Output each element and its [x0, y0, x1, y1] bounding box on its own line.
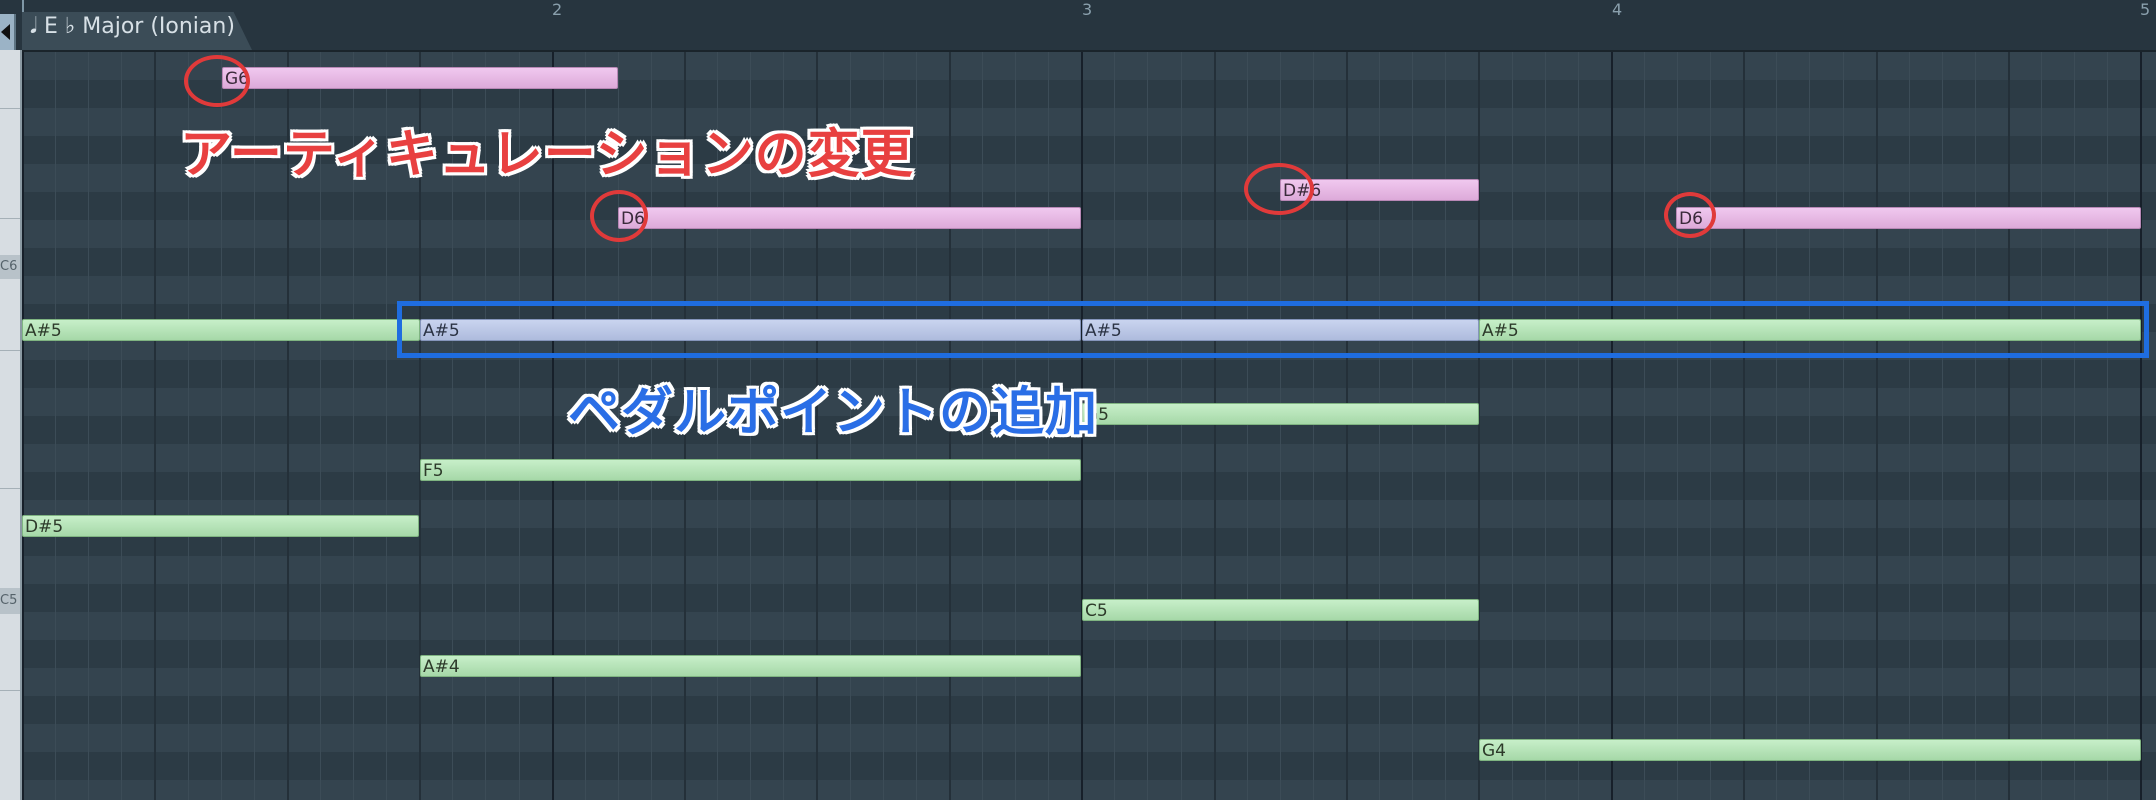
piano-keyboard[interactable]: C6 C5 [0, 50, 22, 800]
note-as4[interactable]: A#4 [420, 655, 1081, 677]
grid-row [22, 248, 2156, 276]
note-d6[interactable]: D6 [618, 207, 1081, 229]
step-line [1578, 52, 1579, 800]
grid-row [22, 276, 2156, 304]
bar-line [2140, 52, 2142, 800]
beat-line [1346, 52, 1348, 800]
highlight-circle [590, 190, 648, 242]
pedal-point-annotation: ペダルポイントの追加 [568, 383, 1099, 443]
step-line [1512, 52, 1513, 800]
bar-number: 3 [1082, 0, 1093, 19]
step-line [121, 52, 122, 800]
beat-line [1214, 52, 1216, 800]
scroll-left-marker[interactable] [0, 14, 16, 50]
pedal-point-highlight-box [397, 301, 2149, 358]
key-label-c5: C5 [0, 588, 20, 614]
highlight-circle [1664, 192, 1716, 238]
step-line [1942, 52, 1943, 800]
beat-line [1743, 52, 1745, 800]
step-line [55, 52, 56, 800]
bar-number: 5 [2140, 0, 2151, 19]
step-line [1147, 52, 1148, 800]
beat-line [154, 52, 156, 800]
key-label-c6: C6 [0, 255, 20, 279]
step-line [1843, 52, 1844, 800]
note-ds5[interactable]: D#5 [22, 515, 419, 537]
step-line [1710, 52, 1711, 800]
scale-label: 𝅘𝅥 E ♭ Major (Ionian) [30, 14, 235, 39]
step-line [1975, 52, 1976, 800]
step-line [2074, 52, 2075, 800]
step-line [1181, 52, 1182, 800]
key-divider [0, 690, 20, 691]
note-g6[interactable]: G6 [222, 67, 618, 89]
step-line [1776, 52, 1777, 800]
bar-number: 2 [552, 0, 563, 19]
key-divider [0, 108, 20, 109]
grid-row [22, 472, 2156, 500]
grid-row [22, 780, 2156, 800]
bar-number: 4 [1612, 0, 1623, 19]
step-line [1313, 52, 1314, 800]
key-divider [0, 350, 20, 351]
highlight-circle [184, 55, 250, 107]
step-line [1247, 52, 1248, 800]
note-f5[interactable]: F5 [420, 459, 1081, 481]
step-line [1677, 52, 1678, 800]
step-line [2107, 52, 2108, 800]
bar-line [22, 52, 24, 800]
bar-line [1611, 52, 1613, 800]
note-d6[interactable]: D6 [1676, 207, 2141, 229]
note-as5[interactable]: A#5 [22, 319, 420, 341]
note-g4[interactable]: G4 [1479, 739, 2141, 761]
grid-row [22, 444, 2156, 472]
grid-row [22, 668, 2156, 696]
key-divider [0, 488, 20, 489]
step-line [1379, 52, 1380, 800]
grid-row [22, 640, 2156, 668]
step-line [1909, 52, 1910, 800]
step-line [1545, 52, 1546, 800]
grid-row [22, 556, 2156, 584]
step-line [1412, 52, 1413, 800]
step-line [1644, 52, 1645, 800]
note-c5[interactable]: C5 [1082, 599, 1479, 621]
piano-roll-window: 2 3 4 5 𝅘𝅥 E ♭ Major (Ionian) C6 C5 G6 D… [0, 0, 2156, 800]
step-line [2041, 52, 2042, 800]
step-line [88, 52, 89, 800]
step-line [1445, 52, 1446, 800]
bar-tick [22, 0, 24, 14]
beat-line [1876, 52, 1878, 800]
articulation-annotation: アーティキュレーションの変更 [180, 125, 914, 185]
grid-row [22, 696, 2156, 724]
beat-line [1478, 52, 1480, 800]
step-line [1809, 52, 1810, 800]
highlight-circle [1244, 163, 1314, 215]
beat-line [2008, 52, 2010, 800]
note-g5[interactable]: G5 [1082, 403, 1479, 425]
timeline-ruler[interactable]: 2 3 4 5 𝅘𝅥 E ♭ Major (Ionian) [0, 0, 2156, 52]
step-line [1114, 52, 1115, 800]
key-divider [0, 218, 20, 219]
